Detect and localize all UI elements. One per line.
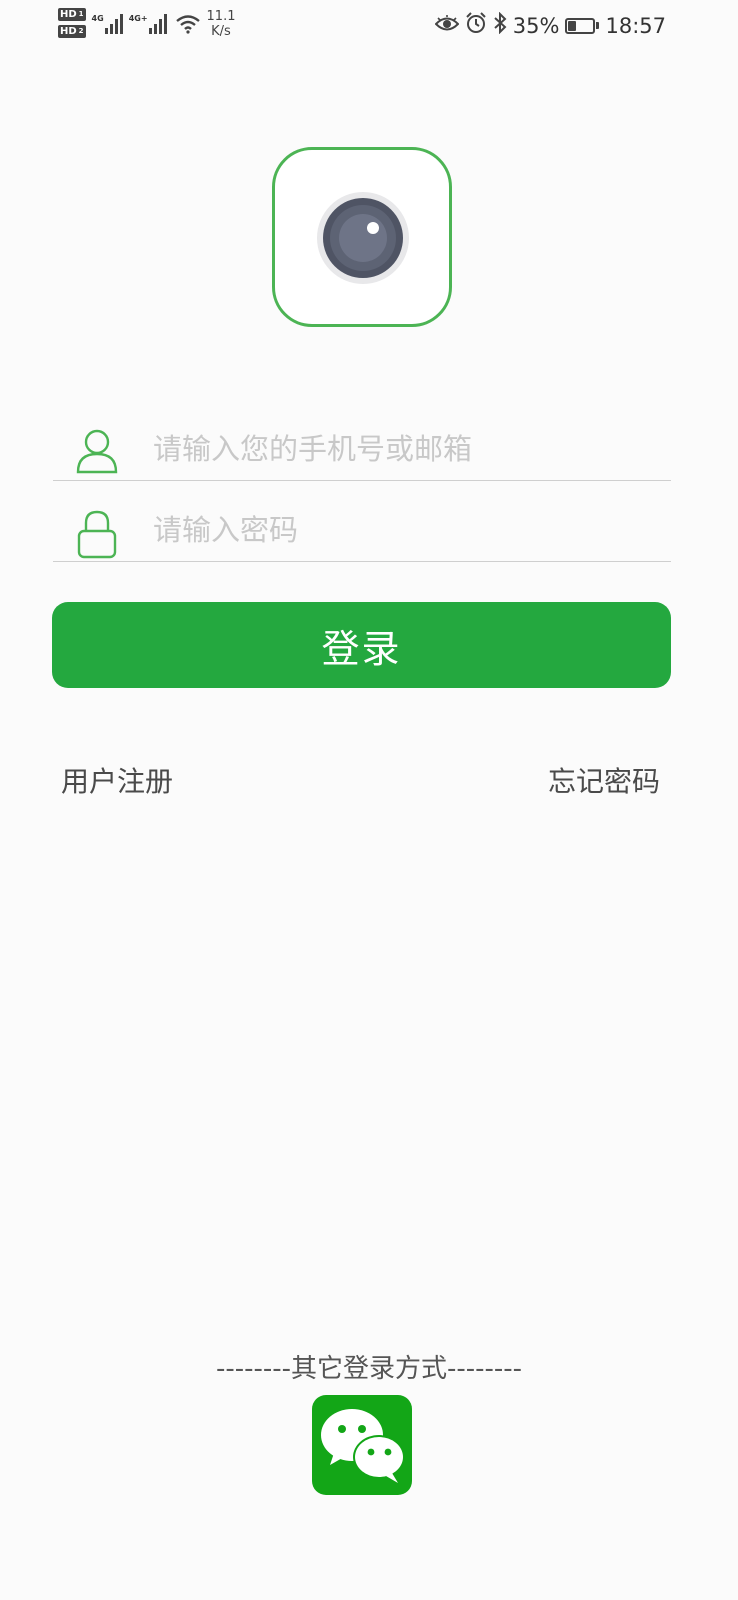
password-input[interactable] [153,507,653,553]
alarm-icon [465,12,487,39]
login-screen: HD 1 HD 2 4G 4G+ 11.1 K/s 35% 18:57 请输入您… [0,0,738,1600]
status-bar-left: HD 1 HD 2 4G 4G+ 11.1 K/s [58,8,235,39]
wechat-icon [321,1409,405,1483]
speed-unit: K/s [211,24,231,39]
camera-lens-icon [317,192,409,284]
eye-icon [434,14,460,38]
bluetooth-icon [493,11,507,39]
login-button[interactable]: 登录 [52,602,671,688]
battery-percent: 35% [512,13,560,38]
hd-voice-icon-1: HD 1 [58,8,86,21]
network-type-2: 4G+ [128,14,148,23]
signal-bars-icon-1 [104,14,123,34]
register-link[interactable]: 用户注册 [61,760,173,800]
hd-voice-icon-2: HD 2 [58,25,86,38]
signal-1: 4G [92,8,123,38]
phone-input-row [53,410,671,481]
network-type-1: 4G [91,14,104,23]
lock-icon [75,509,119,563]
clock-time: 18:57 [605,13,666,38]
signal-bars-icon-2 [148,14,167,34]
network-speed: 11.1 K/s [207,9,236,39]
speed-value: 11.1 [206,9,236,24]
battery-icon [565,17,600,34]
password-input-row [53,491,671,562]
hd-indicators: HD 1 HD 2 [58,8,86,38]
signal-2: 4G+ [129,8,167,38]
wifi-icon [175,14,201,38]
status-bar-right: 35% 18:57 [434,11,666,39]
wechat-login-button[interactable] [312,1395,412,1495]
phone-email-input[interactable] [153,426,653,472]
forgot-password-link[interactable]: 忘记密码 [548,760,660,800]
other-login-title: --------其它登录方式-------- [215,1354,523,1384]
status-bar: HD 1 HD 2 4G 4G+ 11.1 K/s 35% 18:57 [0,0,738,56]
app-logo [272,147,452,327]
user-icon [75,428,119,478]
